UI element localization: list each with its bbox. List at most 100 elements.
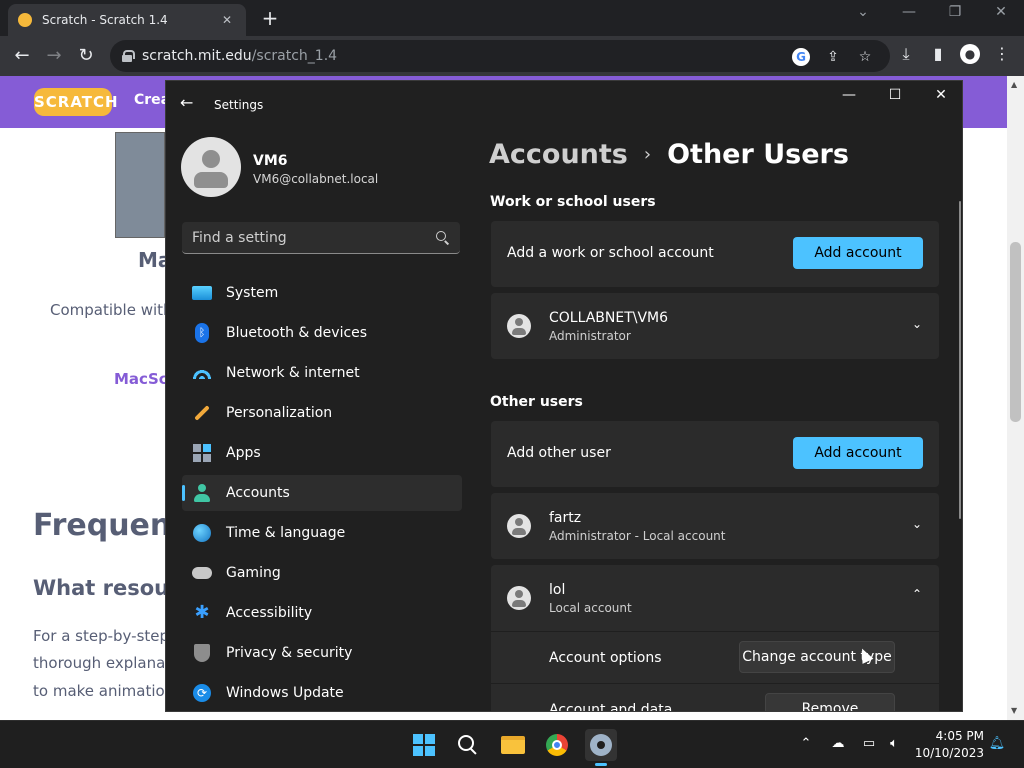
settings-minimize-icon[interactable]: — — [834, 87, 864, 103]
settings-search[interactable] — [182, 222, 460, 254]
user-card-lol-expanded: lol Local account ⌃ Account options Chan… — [491, 565, 939, 711]
user-card-collabnet-vm6[interactable]: COLLABNET\VM6 Administrator ⌄ — [491, 293, 939, 359]
breadcrumb-parent[interactable]: Accounts — [489, 139, 628, 170]
nav-label: Bluetooth & devices — [226, 325, 368, 341]
globe-clock-icon — [192, 523, 212, 543]
forward-arrow-icon[interactable]: → — [42, 44, 66, 68]
volume-icon[interactable]: 🔈︎ — [885, 735, 903, 753]
scroll-up-icon[interactable]: ▲ — [1011, 80, 1017, 89]
user-name: fartz — [549, 510, 582, 526]
file-explorer-button[interactable] — [497, 729, 529, 761]
download-icon[interactable]: ⤓ — [896, 44, 916, 64]
address-bar[interactable]: scratch.mit.edu/scratch_1.4 G ⇪ ☆ — [110, 40, 890, 72]
chevron-down-icon[interactable]: ⌄ — [911, 517, 923, 531]
settings-title: Settings — [214, 98, 264, 112]
share-icon[interactable]: ⇪ — [824, 48, 842, 66]
faq-paragraph-line: For a step-by-step — [33, 627, 170, 645]
mac-download-link[interactable]: MacSc — [114, 370, 168, 388]
bluetooth-icon: ᛒ — [192, 323, 212, 343]
nav-label: Apps — [226, 445, 261, 461]
add-work-account-button[interactable]: Add account — [793, 237, 923, 269]
settings-close-icon[interactable]: ✕ — [926, 87, 956, 103]
settings-taskbar-button[interactable] — [585, 729, 617, 761]
user-card-lol-header[interactable]: lol Local account ⌃ — [491, 565, 939, 631]
clock-time[interactable]: 4:05 PM — [920, 729, 984, 743]
chevron-up-icon[interactable]: ⌃ — [797, 735, 815, 753]
notification-bell-icon[interactable]: 🔔︎ — [988, 735, 1006, 753]
profile-icon[interactable]: ● — [960, 44, 980, 64]
browser-menu-icon[interactable]: ⋮ — [992, 44, 1012, 64]
apps-icon — [192, 443, 212, 463]
browser-tab-strip: Scratch - Scratch 1.4 ✕ + ⌄ — ❐ ✕ — [0, 0, 1024, 36]
bookmark-star-icon[interactable]: ☆ — [856, 48, 874, 66]
breadcrumb: Accounts › Other Users — [489, 139, 849, 170]
nav-label: Network & internet — [226, 365, 360, 381]
search-icon[interactable] — [436, 230, 450, 245]
clock-date[interactable]: 10/10/2023 — [912, 746, 984, 760]
reload-icon[interactable]: ↻ — [74, 44, 98, 68]
cloud-icon[interactable]: ☁ — [829, 735, 847, 753]
browser-restore-icon[interactable]: ❐ — [940, 4, 970, 20]
nav-label: Privacy & security — [226, 645, 353, 661]
settings-search-input[interactable] — [192, 229, 436, 246]
browser-close-icon[interactable]: ✕ — [986, 4, 1016, 20]
gamepad-icon — [192, 563, 212, 583]
nav-item-time-language[interactable]: Time & language — [182, 515, 462, 551]
side-panel-icon[interactable]: ▮ — [928, 44, 948, 64]
page-scroll-thumb[interactable] — [1010, 242, 1021, 422]
browser-tab[interactable]: Scratch - Scratch 1.4 ✕ — [8, 4, 246, 36]
system-icon — [192, 283, 212, 303]
chevron-down-icon[interactable]: ⌄ — [911, 317, 923, 331]
scratch-logo[interactable]: SCRATCH — [34, 88, 118, 116]
divider — [491, 631, 939, 632]
settings-maximize-icon[interactable]: ☐ — [880, 87, 910, 103]
remove-account-button[interactable]: Remove — [765, 693, 895, 711]
network-icon[interactable]: ▭ — [860, 735, 878, 753]
taskbar-search-button[interactable] — [452, 729, 484, 761]
user-avatar-icon — [507, 514, 531, 538]
nav-item-personalization[interactable]: Personalization — [182, 395, 462, 431]
nav-label: System — [226, 285, 279, 301]
user-role: Administrator - Local account — [549, 529, 726, 543]
start-button[interactable] — [408, 729, 440, 761]
user-avatar-icon — [507, 586, 531, 610]
user-card-fartz[interactable]: fartz Administrator - Local account ⌄ — [491, 493, 939, 559]
nav-label: Personalization — [226, 405, 333, 421]
chrome-taskbar-button[interactable] — [541, 729, 573, 761]
lock-icon[interactable] — [122, 50, 135, 62]
settings-back-icon[interactable]: ← — [180, 93, 200, 112]
browser-minimize-icon[interactable]: — — [894, 4, 924, 20]
user-avatar-icon — [507, 314, 531, 338]
profile-avatar[interactable] — [181, 137, 241, 197]
nav-item-windows-update[interactable]: ⟳ Windows Update — [182, 675, 462, 711]
work-section-title: Work or school users — [490, 194, 656, 210]
nav-item-accounts[interactable]: Accounts — [182, 475, 462, 511]
nav-item-bluetooth[interactable]: ᛒ Bluetooth & devices — [182, 315, 462, 351]
nav-label: Accounts — [226, 485, 290, 501]
chrome-icon — [546, 734, 568, 756]
screenshot-thumbnail — [115, 132, 165, 238]
tab-search-chevron-icon[interactable]: ⌄ — [848, 4, 878, 20]
google-lens-icon[interactable]: G — [792, 48, 810, 66]
nav-item-privacy[interactable]: Privacy & security — [182, 635, 462, 671]
settings-nav: System ᛒ Bluetooth & devices Network & i… — [182, 275, 462, 711]
user-role: Administrator — [549, 329, 631, 343]
back-arrow-icon[interactable]: ← — [10, 44, 34, 68]
nav-item-network[interactable]: Network & internet — [182, 355, 462, 391]
new-tab-icon[interactable]: + — [258, 6, 282, 30]
close-tab-icon[interactable]: ✕ — [218, 13, 236, 27]
nav-item-apps[interactable]: Apps — [182, 435, 462, 471]
nav-item-accessibility[interactable]: ✱ Accessibility — [182, 595, 462, 631]
chevron-up-icon[interactable]: ⌃ — [911, 587, 923, 601]
settings-scrollbar[interactable] — [959, 201, 961, 519]
nav-item-system[interactable]: System — [182, 275, 462, 311]
page-scrollbar[interactable]: ▲ ▼ — [1007, 76, 1024, 720]
faq-question: What resour — [33, 576, 180, 600]
add-other-user-card: Add other user Add account — [491, 421, 939, 487]
compat-text: Compatible with — [50, 301, 173, 319]
nav-item-gaming[interactable]: Gaming — [182, 555, 462, 591]
add-other-user-button[interactable]: Add account — [793, 437, 923, 469]
scroll-down-icon[interactable]: ▼ — [1011, 706, 1017, 715]
update-icon: ⟳ — [192, 683, 212, 703]
person-icon — [192, 483, 212, 503]
